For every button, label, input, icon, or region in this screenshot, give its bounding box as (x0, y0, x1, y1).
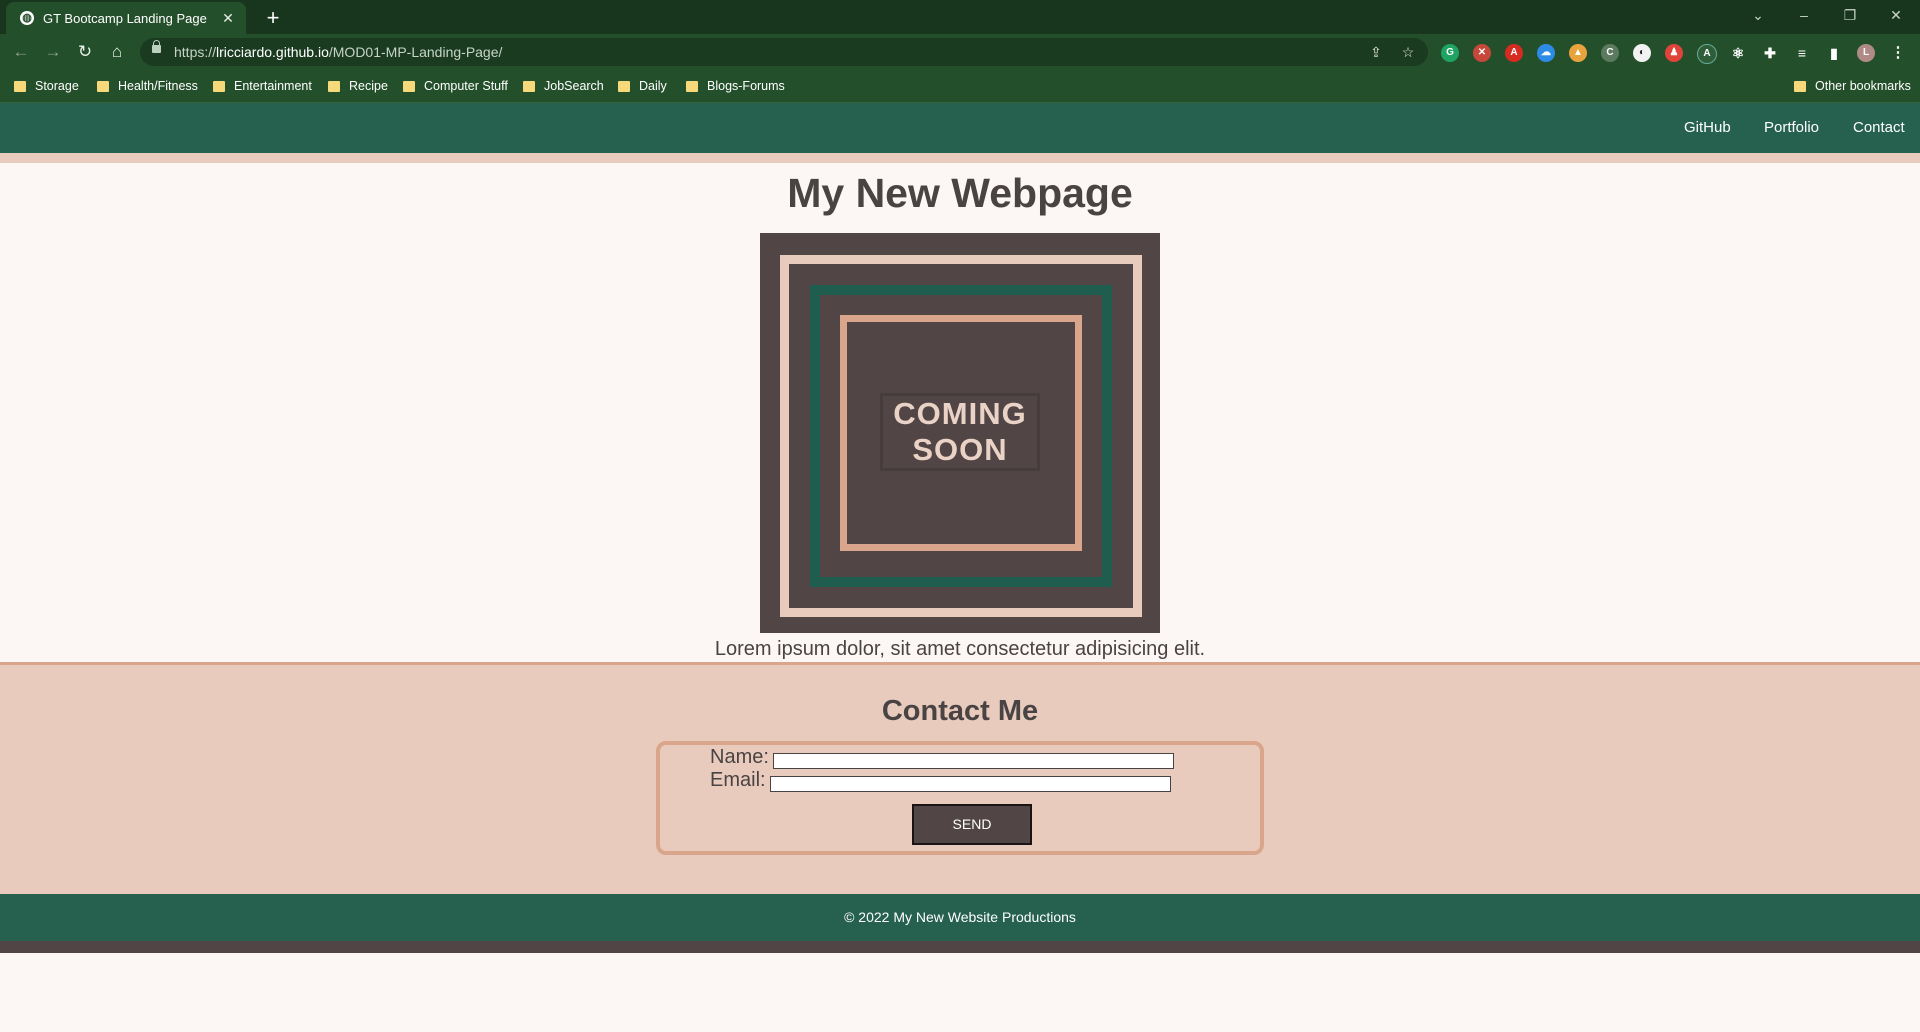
folder-icon (14, 80, 26, 92)
pdf-extension-icon[interactable]: A (1505, 44, 1523, 62)
folder-icon (403, 80, 415, 92)
extension-icon[interactable]: ✕ (1473, 44, 1491, 62)
send-button[interactable]: SEND (912, 804, 1032, 845)
extensions-puzzle-icon[interactable]: ✚ (1761, 44, 1779, 62)
bookmark-label: JobSearch (544, 79, 604, 93)
coming-soon-line-2: SOON (912, 432, 1008, 467)
folder-icon (1794, 80, 1806, 92)
bookmark-label: Health/Fitness (118, 79, 198, 93)
folder-icon (523, 80, 535, 92)
bookmark-folder[interactable]: Entertainment (213, 77, 312, 95)
home-icon[interactable]: ⌂ (104, 39, 130, 65)
address-bar[interactable]: https://lricciardo.github.io/MOD01-MP-La… (140, 38, 1428, 66)
bookmarks-bar: Storage Health/Fitness Entertainment Rec… (0, 70, 1920, 103)
profile-avatar[interactable]: L (1857, 44, 1875, 62)
grammarly-extension-icon[interactable]: G (1441, 44, 1459, 62)
folder-icon (213, 80, 225, 92)
tab-search-icon[interactable]: ⌄ (1738, 0, 1778, 30)
url-scheme: https:// (174, 44, 217, 60)
folder-icon (328, 80, 340, 92)
globe-icon: ◍ (20, 11, 34, 25)
lock-icon (152, 40, 161, 53)
footer-copyright: © 2022 My New Website Productions (844, 909, 1076, 925)
nav-link-github[interactable]: GitHub (1684, 119, 1731, 136)
tab-title: GT Bootcamp Landing Page (43, 10, 207, 26)
intro-text: Lorem ipsum dolor, sit amet consectetur … (714, 638, 1206, 660)
bookmark-label: Entertainment (234, 79, 312, 93)
bookmark-label: Storage (35, 79, 79, 93)
tab-strip: ◍ GT Bootcamp Landing Page ✕ + ⌄ – ❐ ✕ (0, 0, 1920, 34)
coming-soon-line-1: COMING (893, 396, 1027, 431)
footer-stripe (0, 941, 1920, 953)
reading-list-icon[interactable]: ≡ (1793, 44, 1811, 62)
site-footer: © 2022 My New Website Productions (0, 894, 1920, 941)
bookmark-label: Recipe (349, 79, 388, 93)
window-close-icon[interactable]: ✕ (1876, 0, 1916, 30)
extension-badge-icon[interactable]: ▲ (1569, 44, 1587, 62)
cloud-extension-icon[interactable]: ☁ (1537, 44, 1555, 62)
nav-link-contact[interactable]: Contact (1853, 119, 1905, 136)
restore-icon[interactable]: ❐ (1830, 0, 1870, 30)
url-text[interactable]: https://lricciardo.github.io/MOD01-MP-La… (174, 44, 502, 60)
reload-icon[interactable]: ↻ (72, 39, 98, 65)
browser-tab[interactable]: ◍ GT Bootcamp Landing Page ✕ (6, 2, 246, 34)
other-bookmarks[interactable]: Other bookmarks (1794, 77, 1911, 95)
minimize-icon[interactable]: – (1784, 0, 1824, 30)
bookmark-folder[interactable]: Health/Fitness (97, 77, 198, 95)
forward-icon[interactable]: → (40, 39, 66, 65)
page-title: My New Webpage (787, 170, 1133, 216)
menu-kebab-icon[interactable]: ⋮ (1889, 44, 1907, 62)
bookmark-label: Computer Stuff (424, 79, 508, 93)
contact-heading: Contact Me (881, 695, 1039, 727)
new-tab-icon[interactable]: + (260, 5, 286, 31)
email-field[interactable] (770, 776, 1171, 792)
side-panel-icon[interactable]: ▮ (1825, 44, 1843, 62)
browser-toolbar: ← → ↻ ⌂ https://lricciardo.github.io/MOD… (0, 34, 1920, 70)
url-host: lricciardo.github.io (216, 44, 329, 60)
bookmark-folder[interactable]: Recipe (328, 77, 388, 95)
site-header: GitHub Portfolio Contact (0, 103, 1920, 153)
back-icon[interactable]: ← (8, 39, 34, 65)
folder-icon (618, 80, 630, 92)
bookmark-label: Daily (639, 79, 667, 93)
folder-icon (97, 80, 109, 92)
coming-soon-image: COMING SOON (760, 233, 1160, 633)
bookmark-folder[interactable]: Computer Stuff (403, 77, 508, 95)
bookmark-label: Other bookmarks (1815, 79, 1911, 93)
contact-section: Contact Me Name: Email: SEND (0, 662, 1920, 896)
extension-icon[interactable]: ♟ (1665, 44, 1683, 62)
url-path: /MOD01-MP-Landing-Page/ (328, 44, 503, 60)
email-label: Email: (710, 769, 766, 791)
bookmark-folder[interactable]: Storage (14, 77, 79, 95)
extension-icon[interactable]: A (1697, 44, 1717, 64)
header-divider (0, 153, 1920, 163)
bookmark-folder[interactable]: Daily (618, 77, 667, 95)
bookmark-label: Blogs-Forums (707, 79, 785, 93)
name-field[interactable] (773, 753, 1174, 769)
folder-icon (686, 80, 698, 92)
bookmark-folder[interactable]: JobSearch (523, 77, 604, 95)
bookmark-star-icon[interactable]: ☆ (1398, 42, 1418, 62)
nav-link-portfolio[interactable]: Portfolio (1764, 119, 1819, 136)
coming-soon-label: COMING SOON (880, 393, 1040, 471)
name-label: Name: (710, 746, 769, 768)
bookmark-folder[interactable]: Blogs-Forums (686, 77, 785, 95)
share-icon[interactable]: ⇪ (1366, 42, 1386, 62)
react-devtools-icon[interactable]: ⚛ (1729, 44, 1747, 62)
extension-icon[interactable]: C (1601, 44, 1619, 62)
contact-form: Name: Email: SEND (656, 741, 1264, 855)
close-tab-icon[interactable]: ✕ (218, 8, 238, 28)
extension-icon[interactable]: ◐ (1633, 44, 1651, 62)
